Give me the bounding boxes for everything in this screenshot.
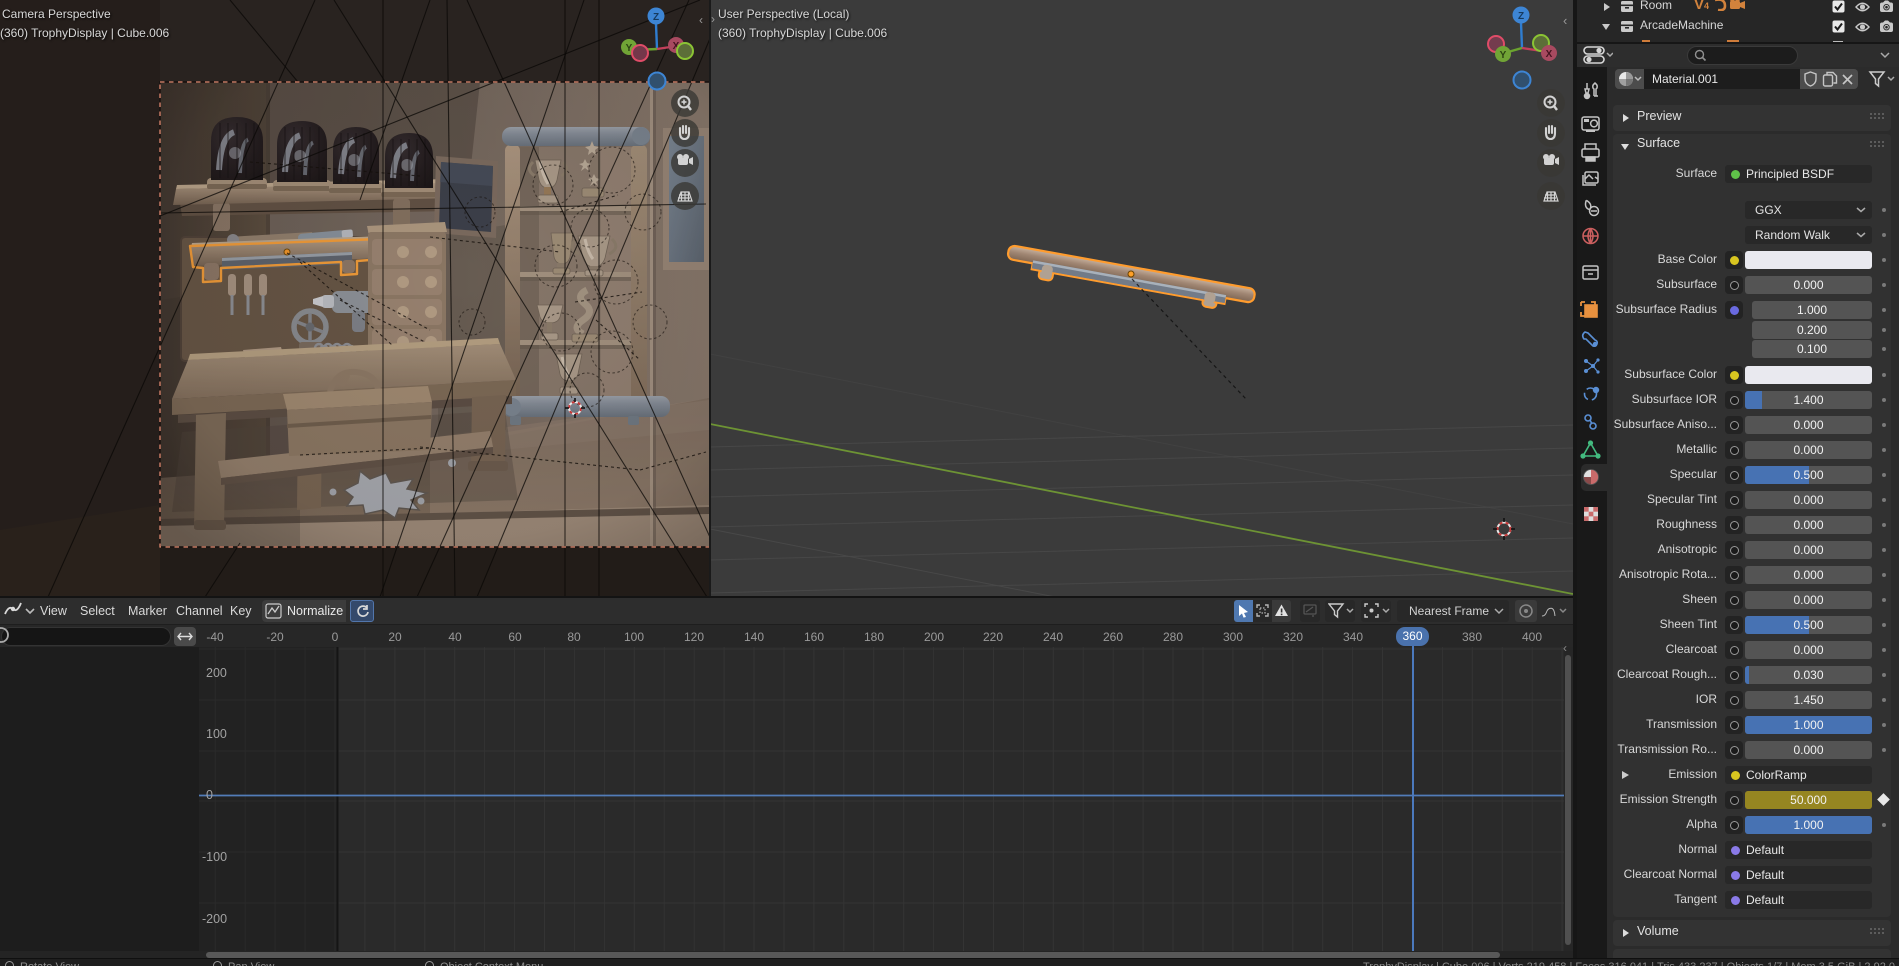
svg-text:Z: Z [1518,11,1524,22]
svg-text:‹: ‹ [1563,13,1567,28]
svg-text:X: X [1546,49,1553,60]
svg-text:200: 200 [206,666,227,680]
svg-text:0: 0 [206,788,213,802]
svg-text:Z: Z [653,12,659,23]
svg-text:100: 100 [206,727,227,741]
svg-text:-200: -200 [202,912,227,926]
svg-text:‹: ‹ [699,13,703,27]
svg-text:Y: Y [1500,50,1507,61]
svg-text:-100: -100 [202,850,227,864]
